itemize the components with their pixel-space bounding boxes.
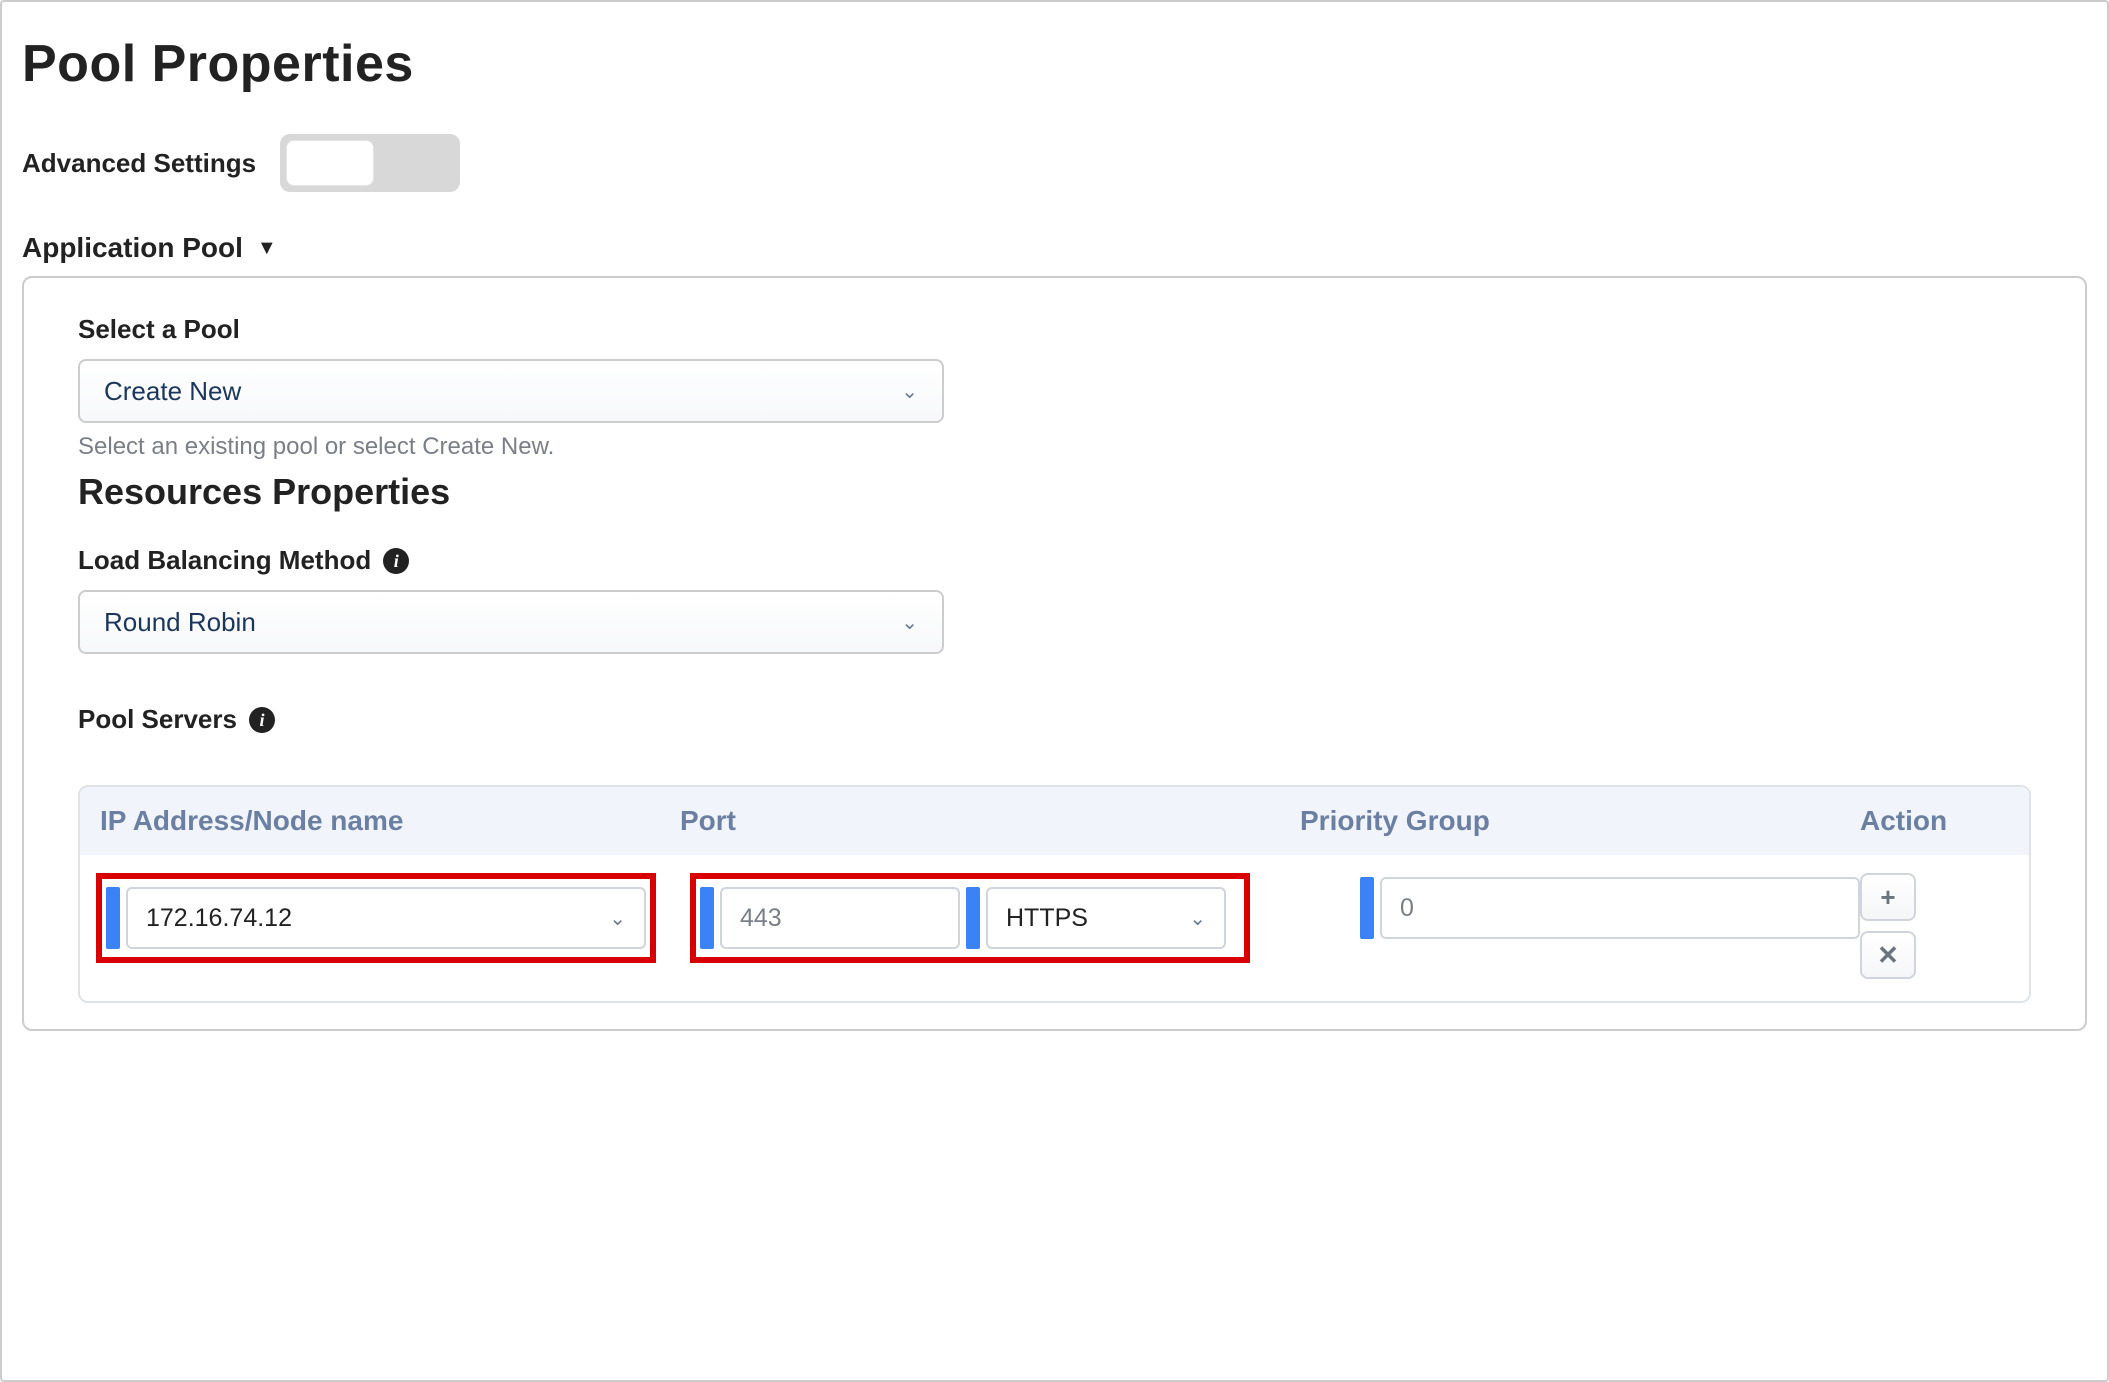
col-ip: IP Address/Node name — [100, 805, 680, 837]
table-row: 172.16.74.12 ⌄ 443 HTTPS — [80, 855, 2029, 1001]
chevron-down-icon: ⌄ — [1189, 906, 1206, 931]
focus-bar — [106, 887, 120, 949]
application-pool-section-label: Application Pool — [22, 232, 243, 264]
advanced-settings-toggle[interactable] — [280, 134, 460, 192]
port-value: 443 — [740, 904, 782, 933]
info-icon[interactable]: i — [383, 548, 409, 574]
chevron-down-icon: ⌄ — [901, 610, 918, 635]
chevron-down-icon: ⌄ — [901, 379, 918, 404]
pool-servers-label-text: Pool Servers — [78, 704, 237, 735]
load-balancing-method-label: Load Balancing Method i — [78, 545, 2031, 576]
ip-address-input[interactable]: 172.16.74.12 ⌄ — [126, 887, 646, 949]
select-pool-helper: Select an existing pool or select Create… — [78, 433, 2031, 461]
advanced-settings-row: Advanced Settings — [22, 134, 2087, 192]
col-action: Action — [1860, 805, 2020, 837]
select-pool-value: Create New — [104, 376, 241, 407]
caret-down-icon: ▼ — [257, 237, 277, 260]
highlight-ip-cell: 172.16.74.12 ⌄ — [96, 873, 656, 963]
protocol-value: HTTPS — [1006, 904, 1088, 933]
load-balancing-method-dropdown[interactable]: Round Robin ⌄ — [78, 590, 944, 654]
resources-properties-title: Resources Properties — [78, 471, 2031, 513]
advanced-settings-label: Advanced Settings — [22, 148, 256, 179]
priority-group-input[interactable]: 0 — [1380, 877, 1860, 939]
page-title: Pool Properties — [22, 34, 2087, 94]
load-balancing-method-label-text: Load Balancing Method — [78, 545, 371, 576]
protocol-dropdown[interactable]: HTTPS ⌄ — [986, 887, 1226, 949]
load-balancing-method-value: Round Robin — [104, 607, 256, 638]
plus-icon: + — [1880, 884, 1895, 910]
pool-servers-table: IP Address/Node name Port Priority Group… — [78, 785, 2031, 1003]
close-icon: ✕ — [1877, 942, 1899, 968]
select-pool-label-text: Select a Pool — [78, 314, 240, 345]
focus-bar — [1360, 877, 1374, 939]
col-port: Port — [680, 805, 1300, 837]
application-pool-section-header[interactable]: Application Pool ▼ — [22, 232, 2087, 264]
pool-servers-label: Pool Servers i — [78, 704, 2031, 735]
chevron-down-icon: ⌄ — [609, 906, 626, 931]
col-priority: Priority Group — [1300, 805, 1860, 837]
priority-value: 0 — [1400, 894, 1414, 923]
select-pool-label: Select a Pool — [78, 314, 2031, 345]
focus-bar — [966, 887, 980, 949]
add-row-button[interactable]: + — [1860, 873, 1916, 921]
toggle-knob — [286, 140, 374, 186]
ip-address-value: 172.16.74.12 — [146, 904, 292, 933]
application-pool-panel: Select a Pool Create New ⌄ Select an exi… — [22, 276, 2087, 1031]
remove-row-button[interactable]: ✕ — [1860, 931, 1916, 979]
priority-cell: 0 — [1360, 873, 1860, 943]
table-header: IP Address/Node name Port Priority Group… — [80, 787, 2029, 855]
info-icon[interactable]: i — [249, 707, 275, 733]
focus-bar — [700, 887, 714, 949]
port-input[interactable]: 443 — [720, 887, 960, 949]
select-pool-dropdown[interactable]: Create New ⌄ — [78, 359, 944, 423]
pool-properties-frame: Pool Properties Advanced Settings Applic… — [0, 0, 2109, 1382]
action-cell: + ✕ — [1860, 873, 2020, 979]
highlight-port-cell: 443 HTTPS ⌄ — [690, 873, 1250, 963]
